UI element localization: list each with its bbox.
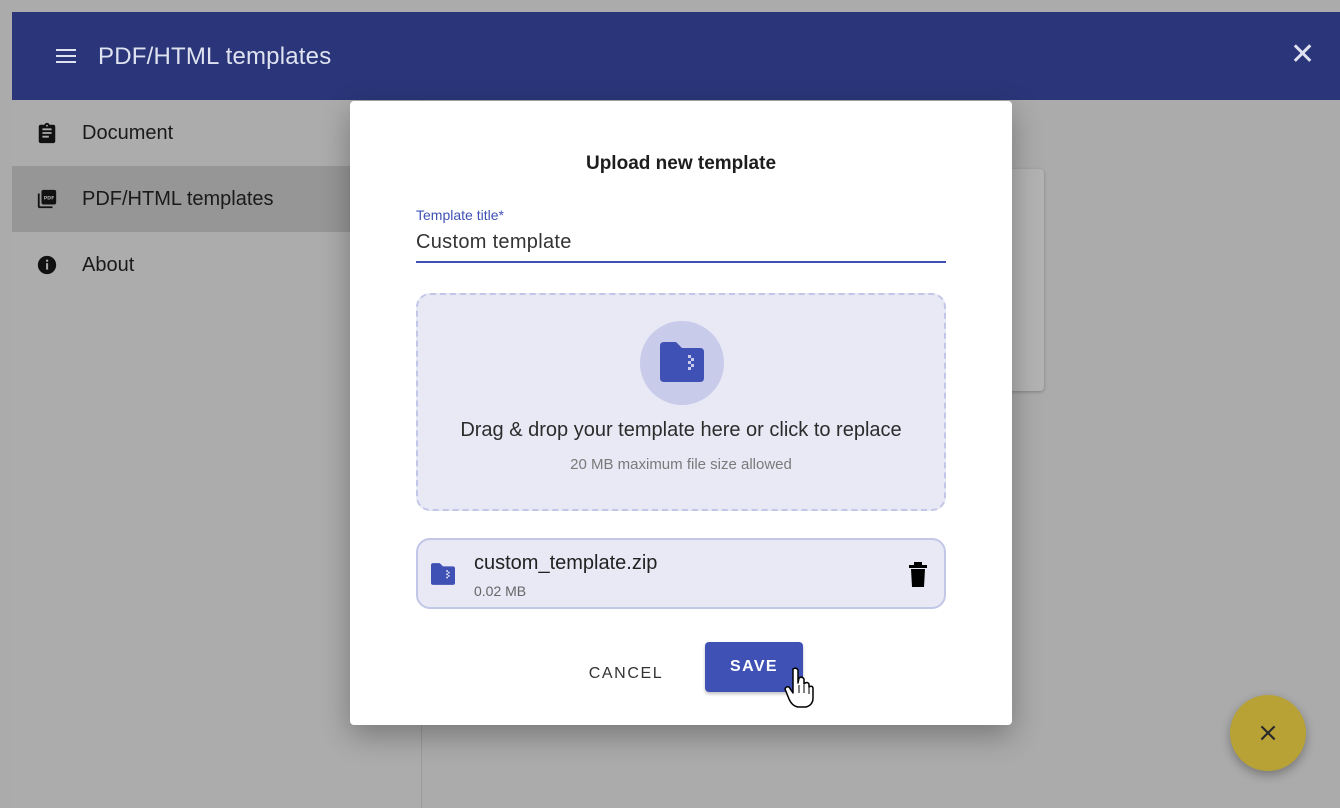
sidebar-item-label: About xyxy=(82,253,135,276)
sidebar-item-label: PDF/HTML templates xyxy=(82,187,274,210)
app-window: PDF/HTML templates ✕ Document PDF PDF/HT… xyxy=(12,12,1340,808)
pdf-icon: PDF xyxy=(37,189,57,209)
dropzone-subtext: 20 MB maximum file size allowed xyxy=(570,456,792,473)
info-icon xyxy=(37,255,57,275)
cancel-button[interactable]: CANCEL xyxy=(576,656,676,692)
upload-template-dialog: Upload new template Template title* Drag… xyxy=(350,101,1012,725)
svg-text:PDF: PDF xyxy=(44,195,55,201)
app-bar: PDF/HTML templates ✕ xyxy=(12,12,1340,100)
file-name: custom_template.zip xyxy=(474,552,658,574)
zip-folder-icon xyxy=(660,342,704,382)
hand-cursor-icon xyxy=(784,667,814,708)
close-icon: × xyxy=(1257,718,1279,748)
zip-folder-icon xyxy=(431,563,455,585)
template-title-label: Template title* xyxy=(416,207,504,223)
file-size: 0.02 MB xyxy=(474,583,527,599)
file-dropzone[interactable]: Drag & drop your template here or click … xyxy=(416,293,946,511)
template-title-input[interactable] xyxy=(416,223,946,263)
trash-icon[interactable] xyxy=(908,562,928,588)
fab-close-button[interactable]: × xyxy=(1230,695,1306,771)
dialog-title: Upload new template xyxy=(585,153,777,174)
uploaded-file-item: custom_template.zip 0.02 MB xyxy=(416,538,946,609)
menu-icon[interactable] xyxy=(56,49,76,63)
clipboard-icon xyxy=(38,122,56,144)
close-icon[interactable]: ✕ xyxy=(1290,40,1315,70)
app-title: PDF/HTML templates xyxy=(98,43,332,70)
dropzone-text: Drag & drop your template here or click … xyxy=(460,419,902,441)
dropzone-icon-circle xyxy=(640,321,724,405)
sidebar-item-label: Document xyxy=(82,121,174,144)
